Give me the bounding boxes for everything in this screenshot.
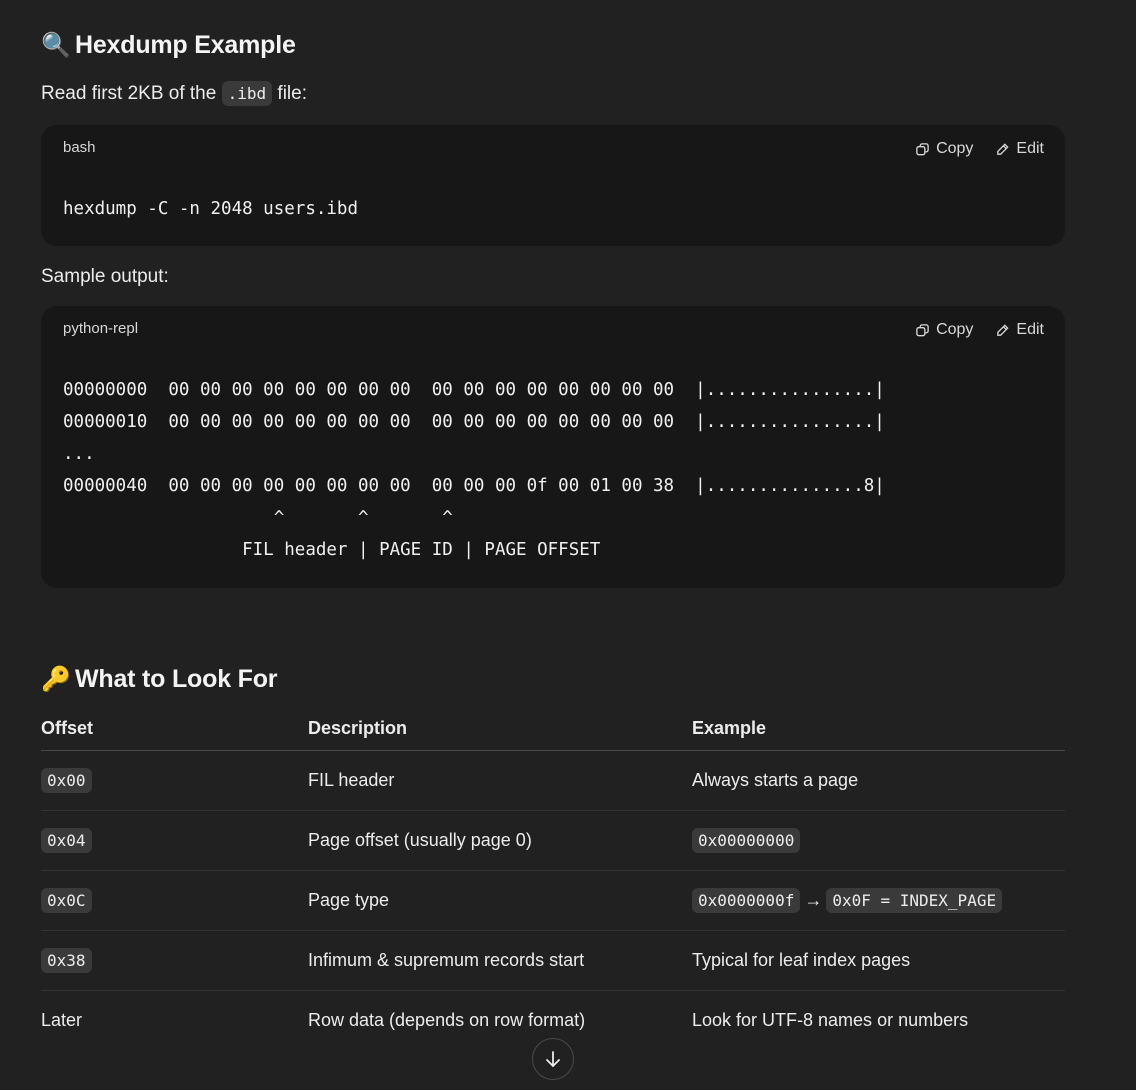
magnifier-emoji-icon: 🔍 (41, 32, 71, 59)
example-cell: Look for UTF-8 names or numbers (692, 1010, 969, 1030)
inline-code: 0x0C (41, 888, 92, 913)
offset-cell: 0x04 (41, 810, 308, 871)
description-cell: FIL header (308, 750, 692, 811)
code-actions: Copy Edit (915, 321, 1044, 339)
intro-paragraph: Read first 2KB of the .ibd file: (41, 81, 307, 106)
intro-text-suffix: file: (277, 83, 307, 104)
code-actions: Copy Edit (915, 140, 1044, 158)
code-block-bash: bash Copy Edit hexdump -C -n 2048 users.… (41, 125, 1065, 246)
heading-text: What to Look For (75, 665, 278, 693)
edit-label: Edit (1016, 321, 1044, 338)
sample-output-label: Sample output: (41, 266, 169, 287)
key-emoji-icon: 🔑 (41, 666, 71, 693)
column-header: Description (308, 706, 692, 751)
offset-cell: 0x38 (41, 930, 308, 991)
edit-button[interactable]: Edit (995, 140, 1044, 158)
table-row: 0x04 Page offset (usually page 0) 0x0000… (41, 810, 1065, 871)
copy-icon (916, 323, 929, 336)
what-to-look-for-heading: 🔑 What to Look For (41, 665, 278, 694)
copy-button[interactable]: Copy (915, 140, 973, 158)
hexdump-heading: 🔍 Hexdump Example (41, 31, 296, 60)
inline-code: 0x38 (41, 948, 92, 973)
table-header-row: Offset Description Example (41, 706, 1065, 751)
table-row: 0x00 FIL header Always starts a page (41, 750, 1065, 811)
code-language-label: bash (63, 139, 96, 156)
offset-cell: 0x00 (41, 750, 308, 811)
edit-button[interactable]: Edit (995, 321, 1044, 339)
description-cell: Infimum & supremum records start (308, 930, 692, 991)
example-cell: Always starts a page (692, 750, 1065, 811)
inline-code: .ibd (221, 81, 273, 106)
inline-code: 0x00 (41, 768, 92, 793)
description-cell: Page type (308, 870, 692, 931)
arrow-text: → (804, 890, 823, 910)
column-header: Example (692, 706, 1065, 751)
inline-code: 0x04 (41, 828, 92, 853)
scroll-to-bottom-button[interactable] (532, 1038, 574, 1080)
table-row: 0x0C Page type 0x0000000f → 0x0F = INDEX_P… (41, 870, 1065, 931)
code-content: hexdump -C -n 2048 users.ibd (63, 199, 359, 219)
code-language-label: python-repl (63, 320, 139, 337)
column-header: Offset (41, 706, 308, 751)
example-cell: 0x0000000f → 0x0F = INDEX_PAGE (692, 870, 1065, 931)
offset-cell: Later (41, 1010, 83, 1030)
code-block-python-repl: python-repl Copy Edit 00000000 00 00 00 … (41, 306, 1065, 588)
copy-label: Copy (936, 321, 974, 338)
intro-text: Read first 2KB of the (41, 83, 217, 104)
heading-text: Hexdump Example (75, 31, 296, 59)
example-cell: 0x00000000 (692, 810, 1065, 871)
pencil-icon (997, 142, 1010, 155)
copy-button[interactable]: Copy (915, 321, 973, 339)
edit-label: Edit (1016, 140, 1044, 157)
table-row: 0x38 Infimum & supremum records start Ty… (41, 930, 1065, 991)
pencil-icon (997, 323, 1010, 336)
example-cell: Typical for leaf index pages (692, 930, 1065, 991)
description-cell: Page offset (usually page 0) (308, 810, 692, 871)
offset-cell: 0x0C (41, 870, 308, 931)
copy-icon (916, 142, 929, 155)
copy-label: Copy (936, 140, 974, 157)
offsets-table: Offset Description Example 0x00 FIL head… (41, 706, 1065, 1050)
arrow-down-icon (546, 1051, 560, 1067)
code-content: 00000000 00 00 00 00 00 00 00 00 00 00 0… (63, 380, 885, 560)
inline-code: 0x0000000f (692, 888, 801, 913)
inline-code: 0x0F = INDEX_PAGE (826, 888, 1003, 913)
inline-code: 0x00000000 (692, 828, 801, 853)
description-cell: Row data (depends on row format) (308, 1010, 586, 1030)
